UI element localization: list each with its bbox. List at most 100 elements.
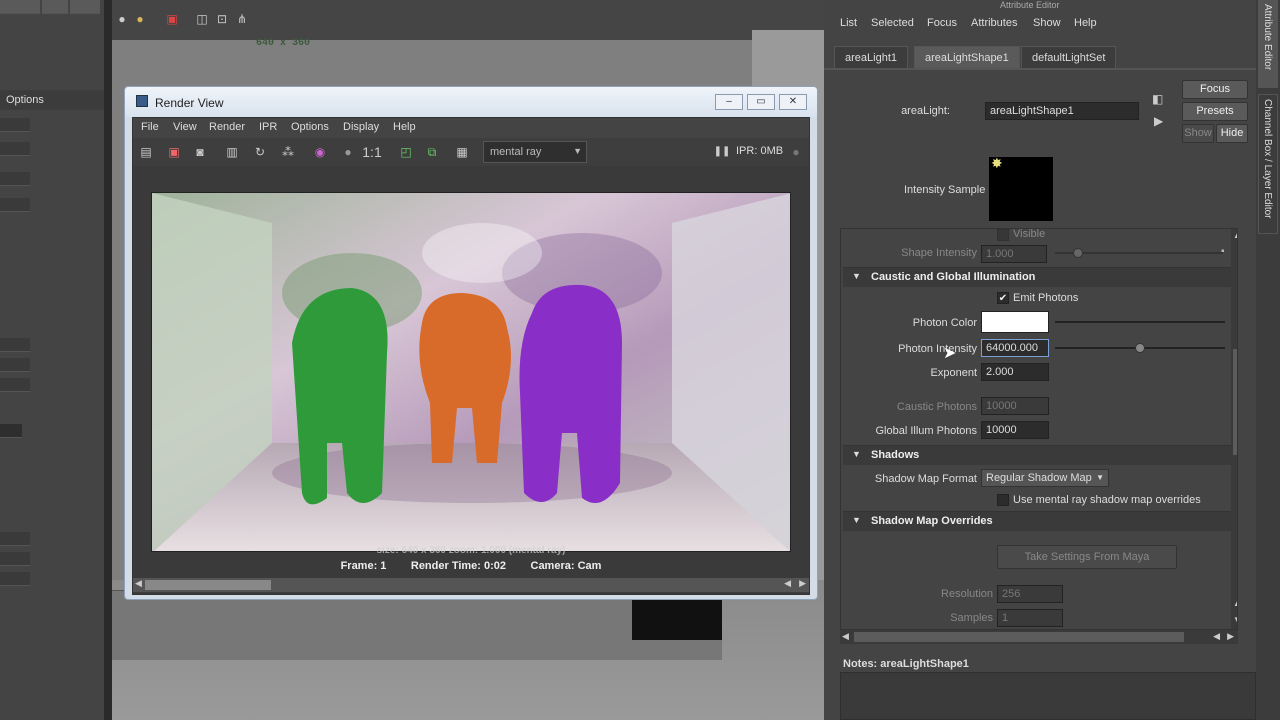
resolution-field[interactable]: 256 [997,585,1063,603]
scroll-left-icon[interactable]: ◀ [135,578,142,589]
menu-render[interactable]: Render [209,121,245,133]
left-tool-button[interactable] [42,0,68,14]
share-icon[interactable]: ⋔ [234,12,250,28]
left-strip-item[interactable] [0,118,30,132]
menu-show[interactable]: Show [1033,17,1061,29]
mr-overrides-checkbox[interactable] [997,494,1009,506]
display-options-icon[interactable]: ▦ [453,143,471,161]
global-illum-photons-field[interactable]: 10000 [981,421,1049,439]
scroll-up-icon[interactable]: ▲ [1233,599,1237,608]
photon-color-slider[interactable] [1055,321,1225,323]
render-view-window[interactable]: Render View – ▭ ✕ File View Render IPR O… [124,86,818,600]
rgb-channel-icon[interactable]: ◉ [311,143,329,161]
take-settings-button[interactable]: Take Settings From Maya [997,545,1177,569]
ae-hscrollbar[interactable]: ◀ ◀ ▶ [840,630,1238,644]
left-strip-item[interactable] [0,378,30,392]
map-button-icon[interactable]: ▪ [1221,246,1225,257]
exponent-field[interactable]: 2.000 [981,363,1049,381]
light-sphere-icon[interactable]: ● [132,12,148,28]
options-menu[interactable]: Options [0,90,104,110]
snapshot-icon[interactable]: ◙ [191,143,209,161]
remove-image-icon[interactable]: ⧉ [423,143,441,161]
left-strip-item[interactable] [0,532,30,546]
scroll-left-icon[interactable]: ◀ [1213,631,1220,642]
menu-view[interactable]: View [173,121,197,133]
shape-intensity-field[interactable]: 1.000 [981,245,1047,263]
one-to-one-button[interactable]: 1:1 [357,143,387,161]
slider-knob[interactable] [1073,248,1083,258]
hide-button[interactable]: Hide [1216,124,1248,143]
menu-help[interactable]: Help [393,121,416,133]
input-connection-icon[interactable]: ◧ [1152,92,1163,106]
visible-checkbox[interactable] [997,229,1009,241]
render-region-icon[interactable]: ▣ [165,143,183,161]
scrollbar-thumb[interactable] [1233,349,1237,455]
slider-knob[interactable] [1135,343,1145,353]
samples-field[interactable]: 1 [997,609,1063,627]
menu-help[interactable]: Help [1074,17,1097,29]
tab-defaultlightset[interactable]: defaultLightSet [1021,46,1117,68]
section-shadow-map-overrides[interactable]: ▼ Shadow Map Overrides [843,511,1231,531]
render-canvas-area[interactable]: size: 640 x 360 zoom: 1.000 (mental ray)… [133,166,809,578]
menu-focus[interactable]: Focus [927,17,957,29]
pause-icon[interactable]: ❚❚ [713,143,731,161]
left-strip-item[interactable] [0,142,30,156]
refresh-icon[interactable]: ↻ [251,143,269,161]
menu-ipr[interactable]: IPR [259,121,277,133]
intensity-sample-swatch[interactable]: ✸ [989,155,1053,221]
minimize-icon[interactable]: – [715,94,743,110]
left-strip-item[interactable] [0,338,30,352]
tab-arealight1[interactable]: areaLight1 [834,46,908,68]
photon-intensity-field[interactable]: 64000.000 [981,339,1049,357]
notes-textarea[interactable] [840,672,1256,720]
scroll-right-icon[interactable]: ▶ [799,578,806,589]
tab-attribute-editor[interactable]: Attribute Editor [1258,0,1278,88]
frame-icon[interactable]: ⊡ [214,12,230,28]
alpha-channel-icon[interactable]: ● [339,143,357,161]
menu-selected[interactable]: Selected [871,17,914,29]
close-icon[interactable]: ✕ [779,94,807,110]
photon-color-swatch[interactable] [981,311,1049,333]
left-strip-item[interactable] [0,424,22,438]
emit-photons-checkbox[interactable]: ✔ [997,292,1009,304]
tumble-icon[interactable]: ⁂ [279,143,297,161]
left-strip-item[interactable] [0,198,30,212]
show-button[interactable]: Show [1182,124,1214,143]
scroll-up-icon[interactable]: ▲ [1233,231,1237,240]
menu-file[interactable]: File [141,121,159,133]
ipr-render-icon[interactable]: ▥ [223,143,241,161]
scroll-left-icon[interactable]: ◀ [842,631,849,642]
menu-list[interactable]: List [840,17,857,29]
left-strip-item[interactable] [0,172,30,186]
cube-icon[interactable]: ◫ [194,12,210,28]
left-strip-item[interactable] [0,358,30,372]
left-strip-item[interactable] [0,552,30,566]
shadow-map-format-dropdown[interactable]: Regular Shadow Map ▼ [981,469,1109,487]
tab-channel-box[interactable]: Channel Box / Layer Editor [1258,94,1278,234]
focus-button[interactable]: Focus [1182,80,1248,99]
section-shadows[interactable]: ▼ Shadows [843,445,1231,465]
scroll-right-icon[interactable]: ▶ [1227,631,1234,642]
renderer-dropdown[interactable]: mental ray ▼ [483,141,587,163]
caustic-photons-field[interactable]: 10000 [981,397,1049,415]
maximize-icon[interactable]: ▭ [747,94,775,110]
left-tool-button[interactable] [70,0,100,14]
left-tool-button[interactable] [0,0,40,14]
presets-button[interactable]: Presets [1182,102,1248,121]
scrollbar-thumb[interactable] [145,580,271,590]
keep-image-icon[interactable]: ◰ [397,143,415,161]
scroll-left-icon[interactable]: ◀ [784,578,791,589]
menu-options[interactable]: Options [291,121,329,133]
ae-attributes-panel[interactable]: Visible Shape Intensity 1.000 ▪ ▼ Caustic… [840,228,1238,630]
panel-divider[interactable] [104,0,112,720]
menu-attributes[interactable]: Attributes [971,17,1017,29]
tab-arealightshape1[interactable]: areaLightShape1 [914,46,1020,68]
render-view-hscrollbar[interactable]: ◀ ◀ ▶ [133,578,809,592]
output-connection-icon[interactable]: ▶ [1154,114,1163,128]
scroll-down-icon[interactable]: ▼ [1233,615,1237,624]
sphere-icon[interactable]: ● [114,12,130,28]
menu-display[interactable]: Display [343,121,379,133]
select-icon[interactable]: ▣ [164,12,180,28]
left-strip-item[interactable] [0,572,30,586]
scrollbar-thumb[interactable] [854,632,1184,642]
